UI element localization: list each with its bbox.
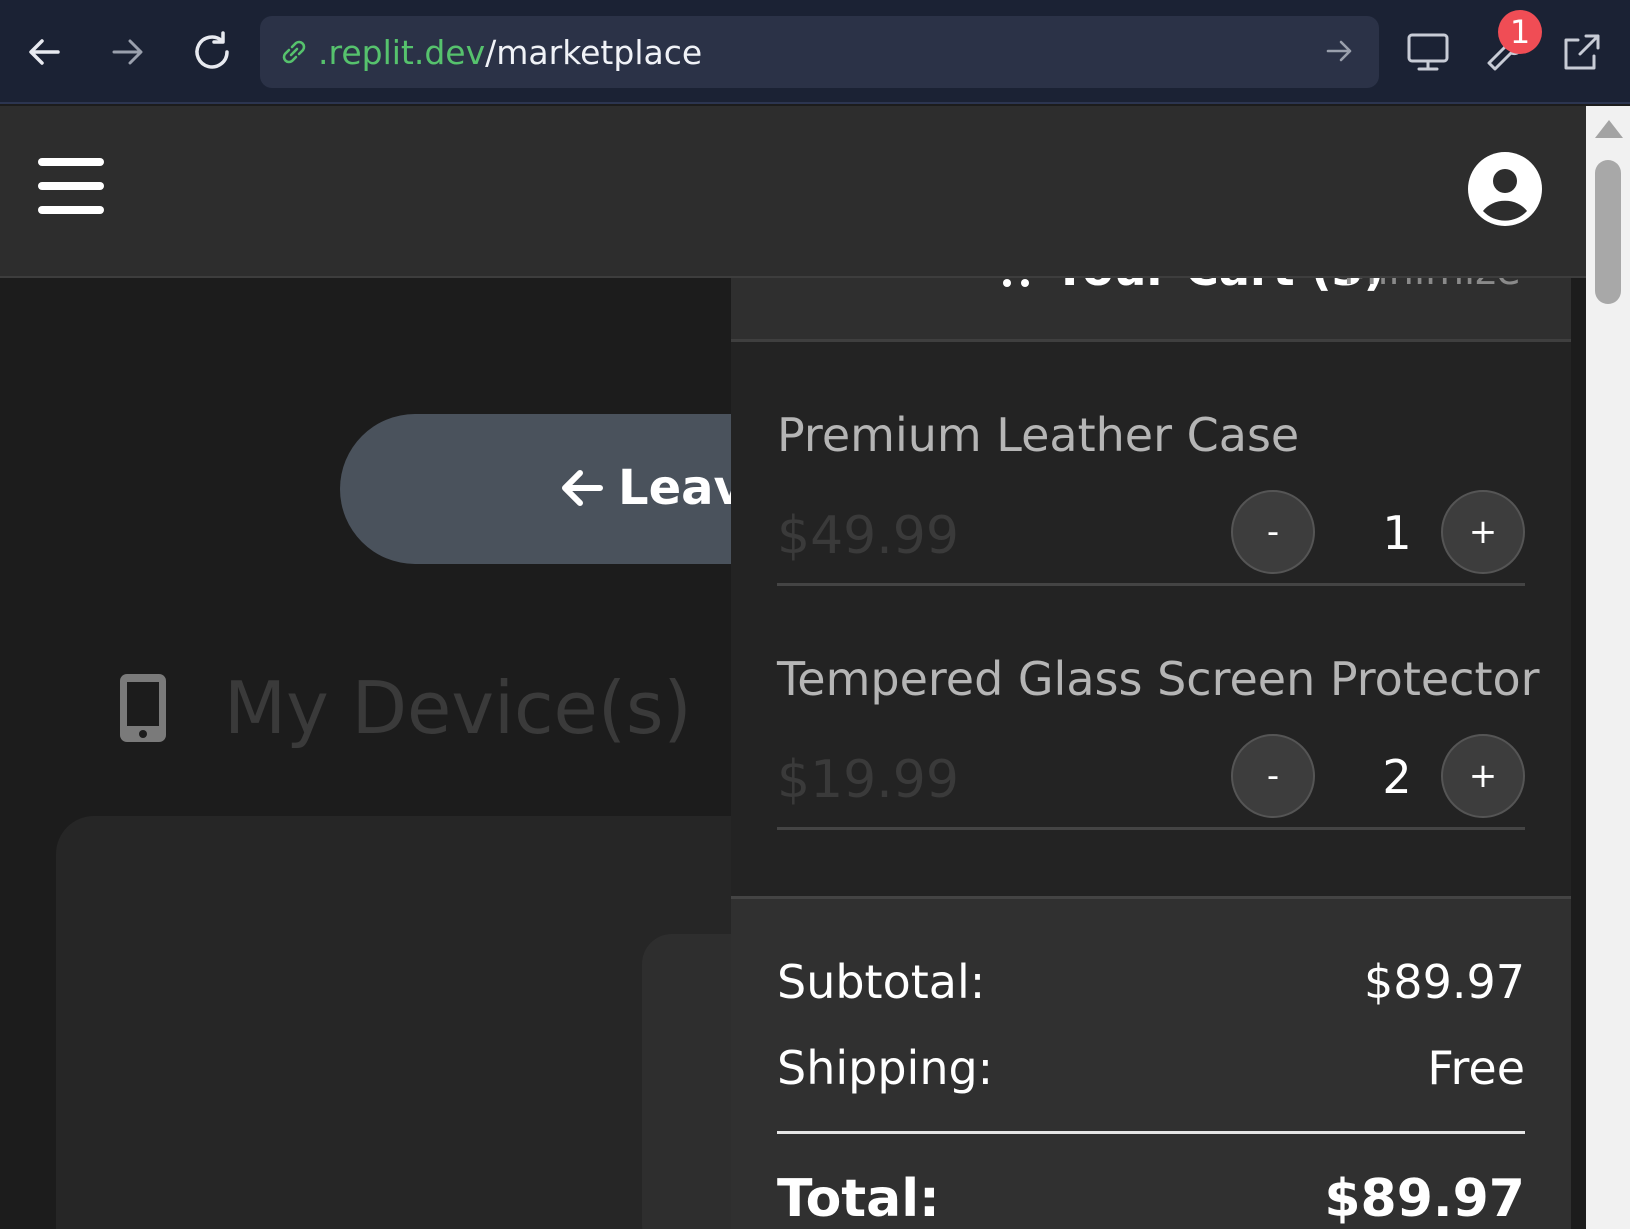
arrow-right-icon	[112, 39, 143, 65]
cart-item: Premium Leather Case $49.99 - 1 +	[777, 342, 1525, 586]
cart-title-text: Your Cart (3)	[1053, 278, 1385, 296]
user-circle-icon[interactable]	[1468, 152, 1542, 226]
url-text: .replit.dev/marketplace	[318, 33, 702, 72]
link-icon	[276, 34, 312, 70]
shipping-value: Free	[1427, 1041, 1525, 1095]
cart-summary: Subtotal: $89.97 Shipping: Free Total: $…	[731, 896, 1571, 1229]
subtotal-row: Subtotal: $89.97	[777, 955, 1525, 1015]
back-button[interactable]	[18, 24, 70, 80]
arrow-left-icon	[29, 39, 60, 65]
reload-button[interactable]	[186, 24, 238, 80]
subtotal-label: Subtotal:	[777, 955, 986, 1009]
scroll-up-arrow-icon[interactable]	[1595, 120, 1623, 138]
increment-quantity-button[interactable]: +	[1441, 734, 1525, 818]
devices-section-title: My Device(s)	[118, 666, 692, 750]
total-value: $89.97	[1324, 1169, 1525, 1229]
shipping-row: Shipping: Free	[777, 1041, 1525, 1101]
go-button[interactable]	[1323, 34, 1357, 68]
reload-icon	[195, 31, 229, 69]
scrollbar-thumb[interactable]	[1595, 160, 1621, 304]
app-viewport: Leave My Device(s) Your Cart (3) Minimiz…	[0, 106, 1586, 1229]
go-arrow-icon	[1326, 40, 1352, 62]
address-bar[interactable]: .replit.dev/marketplace	[260, 16, 1379, 88]
cart-item-name: Tempered Glass Screen Protector	[777, 652, 1540, 706]
devices-title-text: My Device(s)	[224, 666, 692, 750]
external-link-icon	[1564, 34, 1600, 70]
increment-quantity-button[interactable]: +	[1441, 490, 1525, 574]
decrement-quantity-button[interactable]: -	[1231, 734, 1315, 818]
cart-title: Your Cart (3)	[991, 278, 1385, 296]
url-host: .replit.dev	[318, 32, 486, 72]
arrow-left-icon	[562, 470, 603, 506]
total-label: Total:	[777, 1169, 940, 1229]
device-preview-button[interactable]	[1402, 24, 1454, 80]
mobile-phone-icon	[120, 674, 166, 742]
minimize-cart-button[interactable]: Minimize	[1343, 278, 1521, 294]
open-in-new-tab-button[interactable]	[1556, 24, 1608, 80]
summary-divider	[777, 1131, 1525, 1134]
cart-panel: Your Cart (3) Minimize Premium Leather C…	[731, 278, 1571, 1229]
item-quantity: 2	[1382, 750, 1412, 804]
forward-button[interactable]	[102, 24, 154, 80]
cart-item-price: $49.99	[777, 506, 959, 566]
notification-badge: 1	[1498, 10, 1542, 54]
shipping-label: Shipping:	[777, 1041, 994, 1095]
cart-item-price: $19.99	[777, 750, 959, 810]
browser-toolbar: .replit.dev/marketplace 1	[0, 0, 1630, 104]
monitor-icon	[1407, 33, 1449, 71]
total-row: Total: $89.97	[777, 1169, 1525, 1229]
item-quantity: 1	[1382, 506, 1412, 560]
decrement-quantity-button[interactable]: -	[1231, 490, 1315, 574]
app-header	[0, 106, 1586, 278]
url-path: /marketplace	[485, 32, 703, 72]
shopping-cart-icon	[1003, 279, 1029, 287]
cart-item: Tempered Glass Screen Protector $19.99 -…	[777, 586, 1540, 830]
subtotal-value: $89.97	[1364, 955, 1525, 1009]
page-scrollbar[interactable]	[1586, 106, 1630, 1229]
cart-item-name: Premium Leather Case	[777, 408, 1300, 462]
hamburger-menu-icon[interactable]	[38, 158, 104, 216]
cart-header: Your Cart (3) Minimize	[731, 278, 1571, 342]
